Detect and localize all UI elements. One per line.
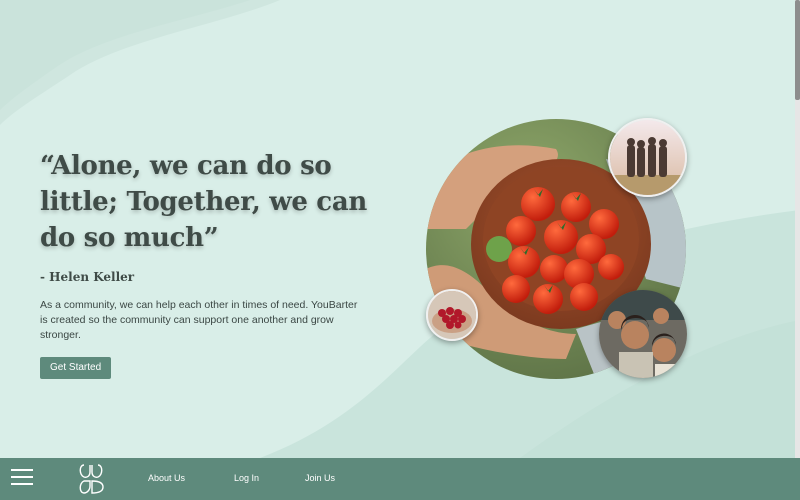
hero-description: As a community, we can help each other i…: [40, 299, 358, 341]
bottom-navbar: About Us Log In Join Us: [0, 458, 800, 500]
berries-hands-photo: [426, 289, 478, 341]
hero-section: “Alone, we can do so little; Together, w…: [40, 148, 370, 379]
scrollbar[interactable]: [795, 0, 800, 458]
scrollbar-thumb[interactable]: [795, 0, 800, 100]
nav-about-us[interactable]: About Us: [148, 473, 185, 483]
hero-quote: “Alone, we can do so little; Together, w…: [40, 151, 367, 253]
nav-log-in[interactable]: Log In: [234, 473, 259, 483]
nav-join-us[interactable]: Join Us: [305, 473, 335, 483]
youbarter-logo-icon[interactable]: [77, 463, 105, 495]
group-silhouette-photo: [608, 118, 687, 197]
hamburger-menu-icon[interactable]: [11, 469, 33, 487]
get-started-button[interactable]: Get Started: [40, 357, 112, 379]
children-smiling-photo: [599, 290, 687, 378]
quote-author: - Helen Keller: [40, 270, 135, 284]
